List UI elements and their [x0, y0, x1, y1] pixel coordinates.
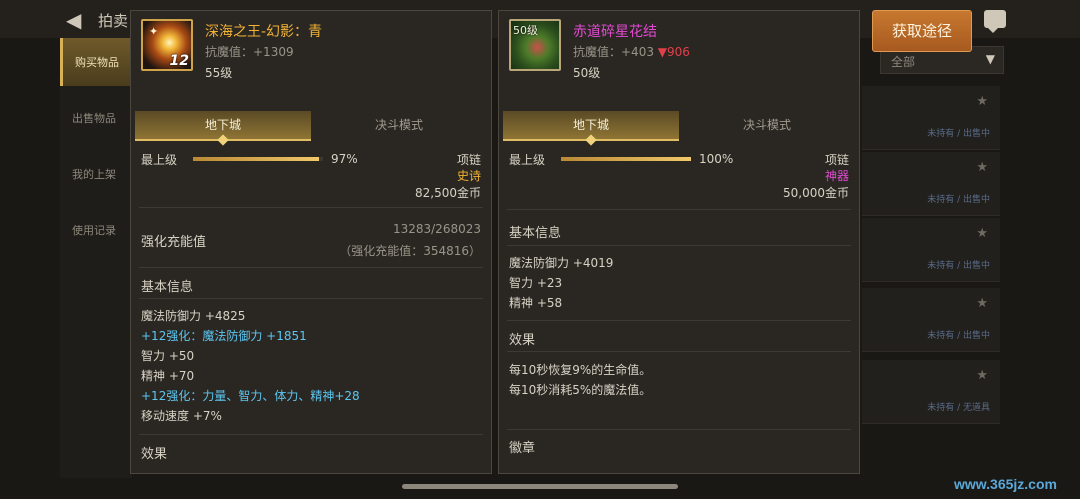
- magic-resist-diff: ▼906: [657, 45, 690, 59]
- tab-dungeon-label: 地下城: [204, 118, 241, 132]
- back-arrow-icon[interactable]: ◀: [66, 8, 81, 32]
- star-icon[interactable]: ★: [976, 296, 988, 311]
- item-tooltip-left: ✦ 12 深海之王-幻影：青 抗魔值：+1309 55级 地下城 决斗模式 最上…: [130, 10, 492, 474]
- item-name: 赤道碎星花结: [573, 24, 657, 40]
- sidebar-item-my-listings[interactable]: 我的上架: [60, 150, 132, 198]
- divider: [507, 209, 851, 210]
- magic-resist-text: 抗魔值：+403: [573, 45, 654, 59]
- divider: [139, 267, 483, 268]
- list-item[interactable]: ★ 未持有 / 出售中: [862, 152, 1000, 216]
- stat-line: 移动速度 +7%: [141, 409, 222, 423]
- list-item-status: 未持有 / 出售中: [927, 195, 990, 205]
- flower-knot-item-icon: 50级: [509, 19, 561, 71]
- active-tab-marker-icon: [217, 134, 229, 146]
- stat-line: 魔法防御力 +4019: [509, 256, 614, 270]
- item-slot: 项链: [456, 153, 481, 167]
- mode-tabs: 地下城 决斗模式: [135, 111, 487, 146]
- magic-resist-value: 抗魔值：+403 ▼906: [573, 43, 690, 60]
- effect-title: 效果: [141, 447, 168, 462]
- tab-dungeon[interactable]: 地下城: [503, 111, 679, 146]
- active-tab-marker-icon: [585, 134, 597, 146]
- tab-duel[interactable]: 决斗模式: [679, 111, 855, 141]
- stat-line: 精神 +70: [141, 369, 195, 383]
- stat-line: 魔法防御力 +4825: [141, 309, 246, 323]
- star-icon[interactable]: ★: [976, 368, 988, 383]
- effect-title: 效果: [509, 333, 536, 348]
- tab-dungeon[interactable]: 地下城: [135, 111, 311, 146]
- item-grade: 神器: [824, 169, 849, 183]
- filter-dropdown-label: 全部: [891, 55, 916, 69]
- item-tooltip-right: 50级 赤道碎星花结 抗魔值：+403 ▼906 50级 地下城 决斗模式 最上…: [498, 10, 860, 474]
- stat-line: 智力 +23: [509, 276, 563, 290]
- effect-line: 每10秒恢复9%的生命值。: [509, 363, 652, 377]
- stat-line: 精神 +58: [509, 296, 563, 310]
- upgrade-progress-text: 97%: [331, 152, 358, 166]
- list-item[interactable]: ★ 未持有 / 出售中: [862, 218, 1000, 282]
- page-title: 拍卖: [98, 12, 129, 30]
- sparkle-icon: ✦: [149, 25, 159, 38]
- divider: [139, 298, 483, 299]
- upgrade-progress-fill: [561, 157, 691, 161]
- star-icon[interactable]: ★: [976, 94, 988, 109]
- list-item[interactable]: ★ 未持有 / 出售中: [862, 288, 1000, 352]
- upgrade-progress-fill: [193, 157, 320, 161]
- item-header: ✦ 12 深海之王-幻影：青 抗魔值：+1309 55级: [131, 11, 491, 111]
- divider: [139, 207, 483, 208]
- item-level: 50级: [573, 66, 601, 80]
- icon-level-tag: 50级: [513, 24, 538, 37]
- magic-resist-value: 抗魔值：+1309: [205, 45, 294, 59]
- emblem-title: 徽章: [509, 441, 536, 456]
- tab-dungeon-label: 地下城: [572, 118, 609, 132]
- amp-value: 13283/268023: [392, 222, 481, 236]
- upgrade-label: 最上级: [509, 153, 546, 167]
- sidebar-item-sell[interactable]: 出售物品: [60, 94, 132, 142]
- watermark: www.365jz.com: [954, 476, 1057, 492]
- reinforce-level: 12: [169, 53, 189, 69]
- item-name: 深海之王-幻影：青: [205, 24, 323, 40]
- home-indicator[interactable]: [402, 484, 678, 489]
- item-slot: 项链: [824, 153, 849, 167]
- chat-icon[interactable]: [984, 10, 1006, 33]
- item-level: 55级: [205, 66, 233, 80]
- necklace-item-icon: ✦ 12: [141, 19, 193, 71]
- amp-label: 强化充能值: [141, 235, 207, 250]
- amp-sub-value: （强化充能值：354816）: [339, 244, 481, 258]
- stat-line: 智力 +50: [141, 349, 195, 363]
- divider: [507, 320, 851, 321]
- sidebar: 购买物品 出售物品 我的上架 使用记录: [60, 38, 132, 478]
- item-header: 50级 赤道碎星花结 抗魔值：+403 ▼906 50级: [499, 11, 859, 111]
- item-grade: 史诗: [456, 169, 481, 183]
- star-icon[interactable]: ★: [976, 160, 988, 175]
- tab-duel[interactable]: 决斗模式: [311, 111, 487, 141]
- divider: [139, 434, 483, 435]
- upgrade-progress-bar: [561, 157, 691, 161]
- divider: [507, 429, 851, 430]
- chevron-down-icon: ▼: [985, 52, 995, 66]
- upgrade-label: 最上级: [141, 153, 178, 167]
- stat-line: +12强化：魔法防御力 +1851: [141, 329, 307, 343]
- divider: [507, 351, 851, 352]
- mode-tabs: 地下城 决斗模式: [503, 111, 855, 146]
- item-price: 50,000金币: [783, 186, 849, 200]
- sidebar-item-history[interactable]: 使用记录: [60, 206, 132, 254]
- list-item-status: 未持有 / 无道具: [927, 403, 990, 413]
- stat-line: +12强化：力量、智力、体力、精神+28: [141, 389, 360, 403]
- get-source-button[interactable]: 获取途径: [872, 10, 972, 52]
- divider: [507, 245, 851, 246]
- list-item[interactable]: ★ 未持有 / 无道具: [862, 360, 1000, 424]
- list-item[interactable]: ★ 未持有 / 出售中: [862, 86, 1000, 150]
- effect-line: 每10秒消耗5%的魔法值。: [509, 383, 652, 397]
- star-icon[interactable]: ★: [976, 226, 988, 241]
- list-item-status: 未持有 / 出售中: [927, 129, 990, 139]
- item-price: 82,500金币: [415, 186, 481, 200]
- basic-info-title: 基本信息: [509, 226, 562, 241]
- list-item-status: 未持有 / 出售中: [927, 261, 990, 271]
- basic-info-title: 基本信息: [141, 280, 194, 295]
- sidebar-item-buy[interactable]: 购买物品: [60, 38, 132, 86]
- upgrade-progress-bar: [193, 157, 323, 161]
- list-item-status: 未持有 / 出售中: [927, 331, 990, 341]
- upgrade-progress-text: 100%: [699, 152, 734, 166]
